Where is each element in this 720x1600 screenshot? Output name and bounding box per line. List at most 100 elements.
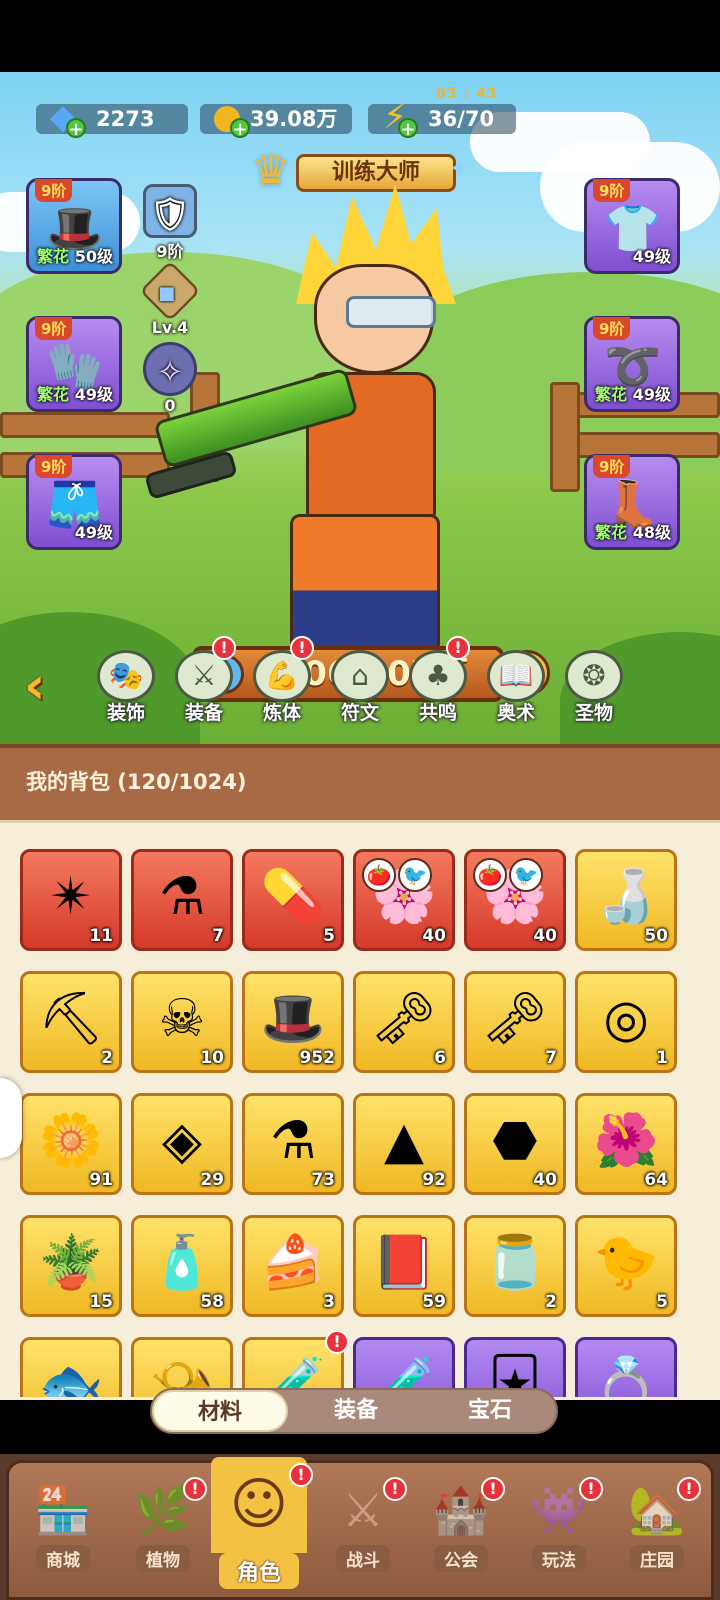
bag-item[interactable]: 💍 — [575, 1337, 677, 1397]
equip-set-tag: 繁花 — [595, 385, 628, 404]
add-gems-button[interactable]: + — [66, 118, 86, 139]
tab-materials[interactable]: 材料 — [152, 1390, 288, 1432]
equip-tier: 9阶 — [593, 455, 631, 478]
item-count: 59 — [422, 1292, 446, 1312]
nav-label: 公会 — [434, 1545, 488, 1572]
bag-item[interactable]: ⚗ 7 — [131, 849, 233, 951]
alert-badge: ! — [183, 1477, 207, 1501]
equip-tier: 9阶 — [35, 455, 73, 478]
gem-amount: 2273 — [96, 107, 155, 131]
gem-counter[interactable]: ◆ + 2273 — [36, 100, 188, 139]
bag-item[interactable]: 🪴 15 — [20, 1215, 122, 1317]
hero-visor — [346, 296, 436, 328]
equip-level: 49级 — [74, 385, 113, 404]
bottom-navigation: 🏪 商城 🌿 植物 ! ☺ 角色 ! ⚔ 战斗 ! 🏰 公会 ! 👾 玩法 ! — [0, 1454, 720, 1600]
back-arrow-icon[interactable]: ‹ — [24, 660, 64, 712]
nav-gameplay[interactable]: 👾 玩法 ! — [511, 1477, 607, 1597]
bag-item[interactable]: 🎩 952 — [242, 971, 344, 1073]
bag-item[interactable]: 🐟 — [20, 1337, 122, 1397]
bag-item[interactable]: ◎ 1 — [575, 971, 677, 1073]
golden-flower-icon: 🌼 — [38, 1111, 104, 1171]
menu-label: 装饰 — [106, 702, 145, 724]
gold-counter[interactable]: ● + 39.08万 — [200, 100, 352, 139]
hero-character[interactable] — [144, 184, 486, 654]
item-count: 1 — [656, 1048, 668, 1068]
nav-label: 植物 — [136, 1545, 190, 1572]
nav-character[interactable]: ☺ 角色 ! — [211, 1457, 313, 1589]
capsule-icon: 💊 — [260, 867, 326, 927]
menu-resonance[interactable]: ♣ 共鸣 ! — [402, 636, 474, 730]
energy-timer: 03 : 43 — [436, 86, 498, 102]
bag-item[interactable]: 🗝 6 — [353, 971, 455, 1073]
nav-battle[interactable]: ⚔ 战斗 ! — [315, 1477, 411, 1597]
bag-item[interactable]: 🫙 2 — [464, 1215, 566, 1317]
menu-arcane[interactable]: 📖 奥术 — [480, 650, 552, 730]
bag-item[interactable]: 📕 59 — [353, 1215, 455, 1317]
nav-label: 角色 — [218, 1553, 299, 1589]
equip-slot-gloves[interactable]: 🧤 9阶 繁花 49级 — [26, 316, 122, 412]
bag-item[interactable]: 🌼 91 — [20, 1093, 122, 1195]
equip-slot-belt[interactable]: ➰ 9阶 繁花 49级 — [584, 316, 680, 412]
bag-item[interactable]: ☠ 10 — [131, 971, 233, 1073]
item-count: 40 — [533, 1170, 557, 1190]
potion-icon: ⚗ — [158, 867, 206, 927]
rune-icon: ⌂ — [331, 650, 389, 702]
bag-item[interactable]: 🗝 7 — [464, 971, 566, 1073]
bag-item[interactable]: 🌸 🍅 🐦 40 — [353, 849, 455, 951]
equip-slot-boots[interactable]: 👢 9阶 繁花 48级 — [584, 454, 680, 550]
bag-item[interactable]: 🍶 50 — [575, 849, 677, 951]
add-gold-button[interactable]: + — [230, 118, 250, 139]
equip-set-tag: 繁花 — [37, 247, 70, 266]
equip-set-tag: 繁花 — [595, 523, 628, 542]
shop-icon: 🏪 — [34, 1483, 92, 1537]
gold-pile-icon: ▲ — [384, 1111, 424, 1171]
nav-manor[interactable]: 🏡 庄园 ! — [609, 1477, 705, 1597]
bag-item[interactable]: 🐤 5 — [575, 1215, 677, 1317]
equip-level: 48级 — [632, 523, 671, 542]
nav-plants[interactable]: 🌿 植物 ! — [115, 1477, 211, 1597]
equip-slot-shorts[interactable]: 🩳 9阶 49级 — [26, 454, 122, 550]
tab-gems[interactable]: 宝石 — [422, 1390, 558, 1432]
menu-relic[interactable]: ❂ 圣物 — [558, 650, 630, 730]
equip-slot-shirt[interactable]: 👕 9阶 49级 — [584, 178, 680, 274]
energy-counter[interactable]: ⚡ + 36/70 — [368, 100, 516, 139]
nav-shop[interactable]: 🏪 商城 — [15, 1477, 111, 1597]
spellbook-icon: 📖 — [487, 650, 545, 702]
hero-legs — [290, 514, 440, 654]
bag-item[interactable]: ▲ 92 — [353, 1093, 455, 1195]
bag-item[interactable]: 🌸 🍅 🐦 40 — [464, 849, 566, 951]
jar-icon: 🫙 — [482, 1233, 548, 1293]
equip-level: 49级 — [74, 523, 113, 542]
nav-guild[interactable]: 🏰 公会 ! — [413, 1477, 509, 1597]
item-count: 73 — [311, 1170, 335, 1190]
bag-item[interactable]: ⬣ 40 — [464, 1093, 566, 1195]
bottom-navigation-bar: 🏪 商城 🌿 植物 ! ☺ 角色 ! ⚔ 战斗 ! 🏰 公会 ! 👾 玩法 ! — [6, 1457, 714, 1600]
item-count: 50 — [644, 926, 668, 946]
bag-item[interactable]: 🧴 58 — [131, 1215, 233, 1317]
item-count: 40 — [422, 926, 446, 946]
item-count: 2 — [545, 1292, 557, 1312]
alert-badge: ! — [677, 1477, 701, 1501]
alert-badge: ! — [481, 1477, 505, 1501]
bag-item[interactable]: ◈ 29 — [131, 1093, 233, 1195]
bag-item[interactable]: 🌺 64 — [575, 1093, 677, 1195]
pickaxe-icon: ⛏ — [37, 989, 104, 1049]
menu-rune[interactable]: ⌂ 符文 — [324, 650, 396, 730]
bag-item[interactable]: ⛏ 2 — [20, 971, 122, 1073]
equip-level: 49级 — [632, 385, 671, 404]
relic-icon: ❂ — [565, 650, 623, 702]
bag-item[interactable]: 💊 5 — [242, 849, 344, 951]
side-drawer-handle[interactable] — [0, 1078, 22, 1158]
equip-slot-hat[interactable]: 🎩 9阶 繁花 50级 — [26, 178, 122, 274]
tomato-avatar-icon: 🍅 — [362, 858, 396, 892]
tab-equipment[interactable]: 装备 — [288, 1390, 424, 1432]
bag-item[interactable]: ✴ 11 — [20, 849, 122, 951]
orange-potion-icon: ⚗ — [269, 1111, 317, 1171]
menu-decoration[interactable]: 🎭 装饰 — [90, 650, 162, 730]
menu-equipment[interactable]: ⚔ 装备 ! — [168, 636, 240, 730]
bag-item[interactable]: ⚗ 73 — [242, 1093, 344, 1195]
menu-body-training[interactable]: 💪 炼体 ! — [246, 636, 318, 730]
add-energy-button[interactable]: + — [398, 118, 418, 139]
bag-item[interactable]: 🍰 3 — [242, 1215, 344, 1317]
flower-pot-icon: 🪴 — [38, 1233, 104, 1293]
